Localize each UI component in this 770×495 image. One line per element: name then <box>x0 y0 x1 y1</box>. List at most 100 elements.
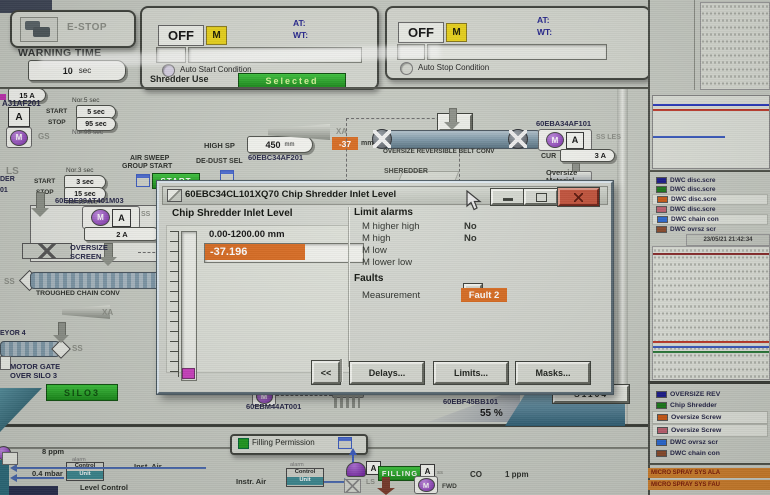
de-dust-sel-label: DE-DUST SEL <box>196 158 243 165</box>
legend-item[interactable]: Chip Shredder <box>652 400 768 411</box>
minimize-button[interactable] <box>491 189 525 205</box>
level-control-label: Level Control <box>80 483 128 492</box>
equipment-tag: 60EBM44AT001 <box>246 402 301 411</box>
collapse-button[interactable]: << <box>312 361 340 384</box>
alarm-row[interactable]: MICRO SPRAY SYS ALA <box>648 468 770 478</box>
instr-air-label: Instr. Air <box>236 477 266 486</box>
left-arrow-icon <box>10 474 17 482</box>
chain-conveyor-graphic[interactable] <box>30 272 160 289</box>
stop-state-display[interactable]: OFF <box>398 22 444 43</box>
wt-label: WT: <box>537 27 552 37</box>
unit-label: Unit <box>67 471 103 479</box>
legend-item[interactable]: DWC disc.scre <box>652 185 768 194</box>
auto-stop-radio[interactable] <box>400 62 413 75</box>
manual-mode-indicator[interactable]: M <box>6 127 32 148</box>
estop-label: E-STOP <box>67 22 107 33</box>
a-icon: A <box>566 132 584 149</box>
series-color-chip <box>656 206 667 213</box>
level-slider-track[interactable] <box>181 231 197 381</box>
down-arrow-icon <box>444 122 460 130</box>
high-sp-label: HIGH SP <box>204 141 235 150</box>
ss-label: SS <box>4 277 15 286</box>
series-color-chip <box>657 414 668 421</box>
auto-stop-label: Auto Stop Condition <box>418 63 489 72</box>
display-link-icon[interactable] <box>136 174 150 187</box>
legend-item[interactable]: DWC ovrsz scr <box>652 225 768 234</box>
silo3-nav-button[interactable]: SILO3 <box>46 384 118 401</box>
drive-mode-group[interactable]: M A <box>538 129 592 151</box>
series-color-chip <box>657 196 668 203</box>
equipment-tag-partial: DER <box>0 176 15 183</box>
drive-mode-group[interactable]: M A <box>82 206 140 229</box>
control-unit-button[interactable]: Control Unit <box>286 468 324 487</box>
series-color-chip <box>656 402 667 409</box>
faceplate-dialog: 60EBC34CL101XQ70 Chip Shredder Inlet Lev… <box>157 181 613 394</box>
limits-button[interactable]: Limits... <box>434 362 508 384</box>
legend-item[interactable]: DWC chain con <box>652 448 768 459</box>
valve-actuator-icon[interactable] <box>346 462 366 477</box>
legend-item[interactable]: DWC disc.scre <box>652 205 768 214</box>
equipment-tag-partial: 01 <box>0 187 8 194</box>
legend-item[interactable]: OVERSIZE REV <box>652 389 768 400</box>
estop-button[interactable]: E-STOP <box>10 10 136 48</box>
auto-mode-box[interactable]: A <box>8 107 30 127</box>
legend-item-selected[interactable]: Oversize Screw <box>652 424 768 437</box>
alarm-label: M low <box>362 245 387 256</box>
chain-conveyor-label: TROUGHED CHAIN CONV <box>36 290 120 297</box>
nominal-time-label: Nor.5 sec <box>72 97 99 104</box>
legend-item[interactable]: DWC ovrsz scr <box>652 437 768 448</box>
m-icon: M <box>91 209 110 226</box>
m-icon: M <box>546 132 564 148</box>
up-arrow-icon <box>349 448 357 455</box>
oversize-screen-label: OVERSIZE <box>70 243 108 252</box>
start-time-label: START <box>46 108 67 115</box>
series-color-chip <box>656 439 667 446</box>
trend-line <box>653 104 769 106</box>
control-unit-button[interactable]: Control Unit <box>66 462 104 481</box>
legend-item-selected[interactable]: Oversize Screw <box>652 411 768 424</box>
co-label: CO <box>470 470 482 479</box>
down-arrow-icon <box>377 488 395 495</box>
masks-button[interactable]: Masks... <box>516 362 590 384</box>
current-label: CUR <box>541 153 556 160</box>
legend-item-selected[interactable]: DWC disc.scre <box>652 194 768 205</box>
alarm-label: M lower low <box>362 257 412 268</box>
belt-conveyor-label: OVERSIZE REVERSIBLE BELT CONV <box>383 148 495 155</box>
conveyor-motor-icon <box>372 129 392 149</box>
level-range: 0.00-1200.00 mm <box>209 229 285 240</box>
status-field-long[interactable] <box>427 44 607 60</box>
dialog-divider <box>348 207 349 367</box>
manual-mode-indicator[interactable]: M <box>414 476 438 494</box>
air-sweep-label2: GROUP START <box>122 163 172 170</box>
legend-item-selected[interactable]: DWC chain con <box>652 214 768 225</box>
maximize-button[interactable] <box>524 189 558 205</box>
trend-line <box>653 136 725 138</box>
equipment-tag: 60EBE33AT401M03 <box>55 196 124 205</box>
control-label: Control <box>287 469 323 477</box>
down-arrow-icon <box>31 208 49 217</box>
stop-time-label: STOP <box>48 119 66 126</box>
level-slider-handle[interactable] <box>182 368 195 379</box>
separator-line <box>648 170 770 172</box>
trend-chart-a[interactable] <box>652 95 770 169</box>
ss-mini-label: ss <box>437 470 443 476</box>
drum-feeder-icon <box>22 243 72 259</box>
stop-mode-manual-box[interactable]: M <box>446 23 467 42</box>
delays-button[interactable]: Delays... <box>350 362 424 384</box>
shredder-mode-manual-box[interactable]: M <box>206 26 227 45</box>
high-sp-value: 450 <box>265 140 280 150</box>
alarm-row[interactable]: MICRO SPRAY SYS FAU <box>648 480 770 490</box>
alarm-label: M high <box>362 233 391 244</box>
ss-les-label: SS LES <box>596 134 621 141</box>
trend-timestamp: 23/05/21 21:42:34 <box>686 234 770 246</box>
separator-line <box>364 447 648 449</box>
legend-item[interactable]: DWC disc.scre <box>652 176 768 185</box>
mouse-cursor <box>466 190 482 212</box>
high-sp-input[interactable]: 450 mm <box>247 136 313 153</box>
trend-chart-b[interactable] <box>652 246 770 380</box>
shredder-state-display[interactable]: OFF <box>158 25 204 46</box>
shredder-label: SHEREDDER <box>384 168 428 175</box>
dialog-divider <box>340 359 342 382</box>
close-button[interactable] <box>558 188 599 206</box>
trend-chart-top[interactable] <box>700 2 770 90</box>
